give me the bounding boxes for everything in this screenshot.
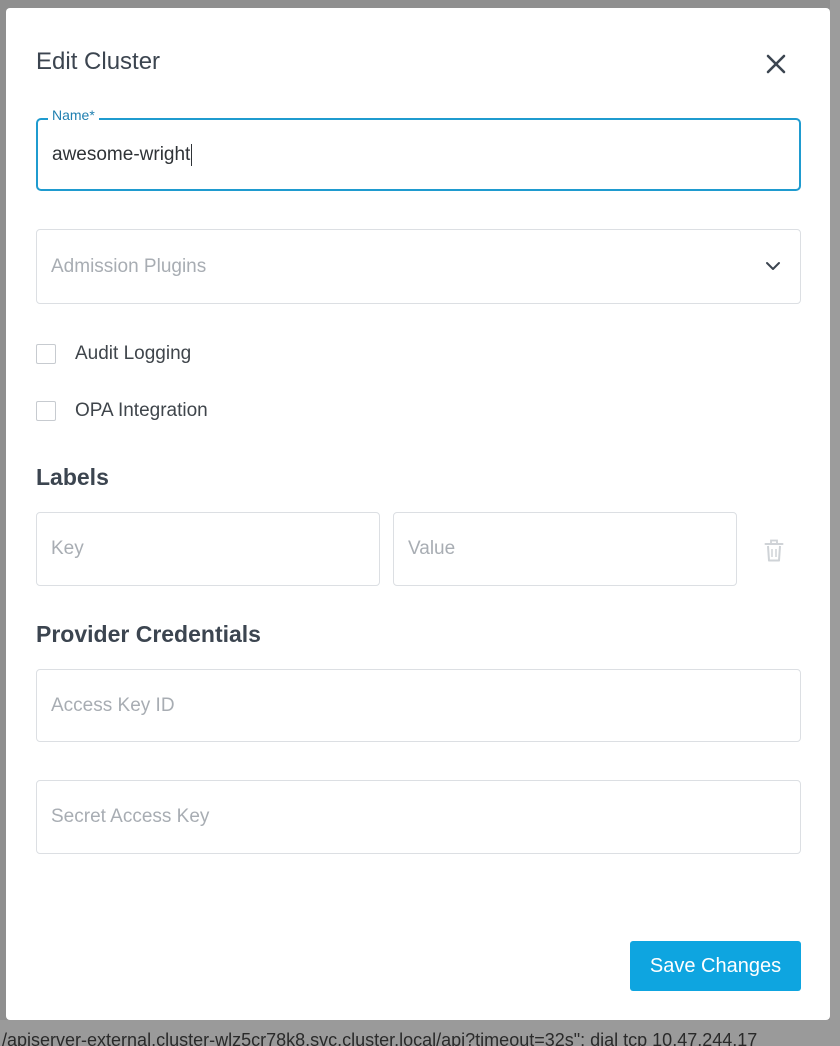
close-button[interactable] — [762, 50, 790, 78]
text-cursor — [191, 143, 193, 166]
audit-logging-label: Audit Logging — [75, 343, 192, 364]
edit-cluster-modal: Edit Cluster Name* awesome-wright Admiss… — [6, 8, 830, 1020]
save-changes-button[interactable]: Save Changes — [630, 941, 801, 991]
provider-credentials-title: Provider Credentials — [36, 621, 261, 647]
access-key-id-input[interactable]: Access Key ID — [36, 669, 801, 742]
secret-access-key-placeholder: Secret Access Key — [51, 806, 210, 827]
access-key-id-placeholder: Access Key ID — [51, 694, 175, 716]
close-icon — [766, 54, 786, 74]
name-input[interactable]: Name* awesome-wright — [36, 107, 801, 191]
secret-access-key-input[interactable]: Secret Access Key — [36, 780, 801, 854]
label-value-placeholder: Value — [408, 538, 456, 559]
audit-logging-row[interactable]: Audit Logging — [36, 342, 191, 366]
opa-integration-row[interactable]: OPA Integration — [36, 399, 208, 423]
trash-icon — [764, 539, 784, 562]
label-key-placeholder: Key — [51, 538, 84, 559]
background-log-line: /apiserver-external.cluster-wlz5cr78k8.s… — [0, 1020, 840, 1046]
name-label: Name* — [48, 107, 99, 123]
labels-section-title: Labels — [36, 464, 109, 490]
admission-plugins-select[interactable]: Admission Plugins — [36, 229, 801, 304]
name-input-value: awesome-wright — [52, 143, 193, 166]
admission-plugins-placeholder: Admission Plugins — [51, 255, 207, 277]
audit-logging-checkbox[interactable] — [36, 344, 56, 364]
chevron-down-icon — [766, 262, 780, 270]
opa-integration-label: OPA Integration — [75, 400, 208, 421]
delete-label-button[interactable] — [764, 539, 784, 568]
background-page-edge — [830, 0, 840, 1020]
opa-integration-checkbox[interactable] — [36, 401, 56, 421]
label-value-input[interactable]: Value — [393, 512, 737, 586]
modal-title: Edit Cluster — [36, 48, 161, 75]
label-key-input[interactable]: Key — [36, 512, 380, 586]
background-log-text: /apiserver-external.cluster-wlz5cr78k8.s… — [2, 1030, 758, 1046]
